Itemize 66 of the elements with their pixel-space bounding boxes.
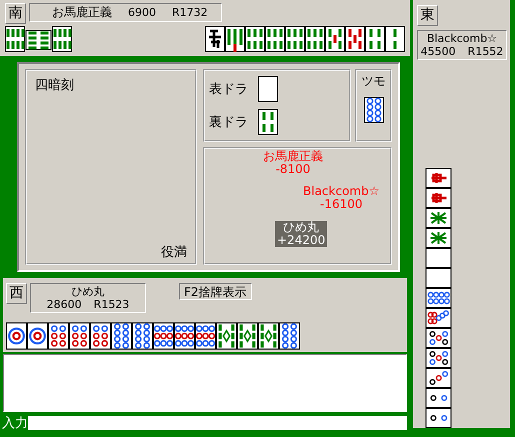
player-rating: R1732 <box>172 6 208 19</box>
mahjong-tile-icon <box>425 348 452 368</box>
mahjong-tile-icon[interactable] <box>6 322 27 350</box>
mahjong-tile-icon <box>285 26 305 52</box>
payment-amount: -16100 <box>318 198 364 211</box>
mahjong-tile-icon[interactable] <box>48 322 69 350</box>
mahjong-tile-icon[interactable] <box>69 322 90 350</box>
chat-input-field[interactable] <box>28 416 407 430</box>
dora-label: 表ドラ <box>209 81 248 98</box>
mahjong-tile-icon[interactable] <box>237 322 258 350</box>
player-name: お馬鹿正義 <box>52 4 112 21</box>
mahjong-tile-icon <box>365 26 385 52</box>
player-score: 45500 <box>420 45 456 58</box>
seat-wind: 南 <box>5 3 26 24</box>
mahjong-tile-icon[interactable] <box>258 322 279 350</box>
mahjong-tile-icon <box>225 26 245 52</box>
player-name: ひめ丸 <box>72 285 104 298</box>
seat-wind: 西 <box>6 283 27 304</box>
mahjong-tile-icon <box>305 26 325 52</box>
mahjong-tile-icon[interactable] <box>153 322 174 350</box>
yaku-name: 四暗刻 <box>35 77 75 94</box>
mahjong-tile-icon <box>425 368 452 388</box>
mahjong-tile-icon <box>245 26 265 52</box>
payment-amount: +24200 <box>276 234 326 247</box>
seat-wind: 東 <box>417 5 438 26</box>
mahjong-tile-icon <box>425 288 452 308</box>
player-rating: R1552 <box>468 45 504 58</box>
mahjong-tile-icon <box>425 388 452 408</box>
mahjong-tile-icon[interactable] <box>174 322 195 350</box>
player-score: 6900 <box>128 6 156 19</box>
mahjong-tile-icon <box>385 26 405 52</box>
player-name: Blackcomb☆ <box>426 32 498 45</box>
mahjong-tile-icon[interactable] <box>279 322 300 350</box>
mahjong-tile-icon[interactable] <box>27 322 48 350</box>
mahjong-tile-icon <box>205 26 225 52</box>
mahjong-tile-icon <box>425 408 452 428</box>
mahjong-tile-icon <box>425 188 452 208</box>
mahjong-tile-icon <box>364 97 384 123</box>
mahjong-tile-icon <box>425 208 452 228</box>
mahjong-tile-icon <box>258 108 278 135</box>
payment-player: Blackcomb☆ <box>302 185 380 198</box>
mahjong-tile-icon <box>345 26 365 52</box>
player-rating: R1523 <box>94 298 130 311</box>
mahjong-tile-icon <box>325 26 345 52</box>
mahjong-tile-icon <box>425 268 452 288</box>
input-label: 入力 <box>1 415 28 432</box>
mahjong-tile-icon <box>425 328 452 348</box>
dora-label: 裏ドラ <box>209 114 248 131</box>
tsumo-label: ツモ <box>362 73 386 90</box>
mahjong-tile-icon[interactable] <box>195 322 216 350</box>
show-discards-button[interactable]: F2捨牌表示 <box>179 283 252 300</box>
mahjong-tile-icon[interactable] <box>90 322 111 350</box>
payment-player: ひめ丸 <box>282 221 320 234</box>
mahjong-tile-icon <box>425 228 452 248</box>
mahjong-tile-icon <box>425 308 452 328</box>
player-score: 28600 <box>46 298 82 311</box>
mahjong-tile-icon[interactable] <box>111 322 132 350</box>
mahjong-tile-icon <box>265 26 285 52</box>
mahjong-tile-icon <box>425 248 452 268</box>
mahjong-tile-icon <box>425 168 452 188</box>
mahjong-tile-icon[interactable] <box>132 322 153 350</box>
payment-amount: -8100 <box>274 163 312 176</box>
mahjong-tile-icon[interactable] <box>216 322 237 350</box>
payment-player: お馬鹿正義 <box>262 150 324 163</box>
hand-value-label: 役満 <box>161 244 187 261</box>
mahjong-tile-icon <box>258 76 278 102</box>
